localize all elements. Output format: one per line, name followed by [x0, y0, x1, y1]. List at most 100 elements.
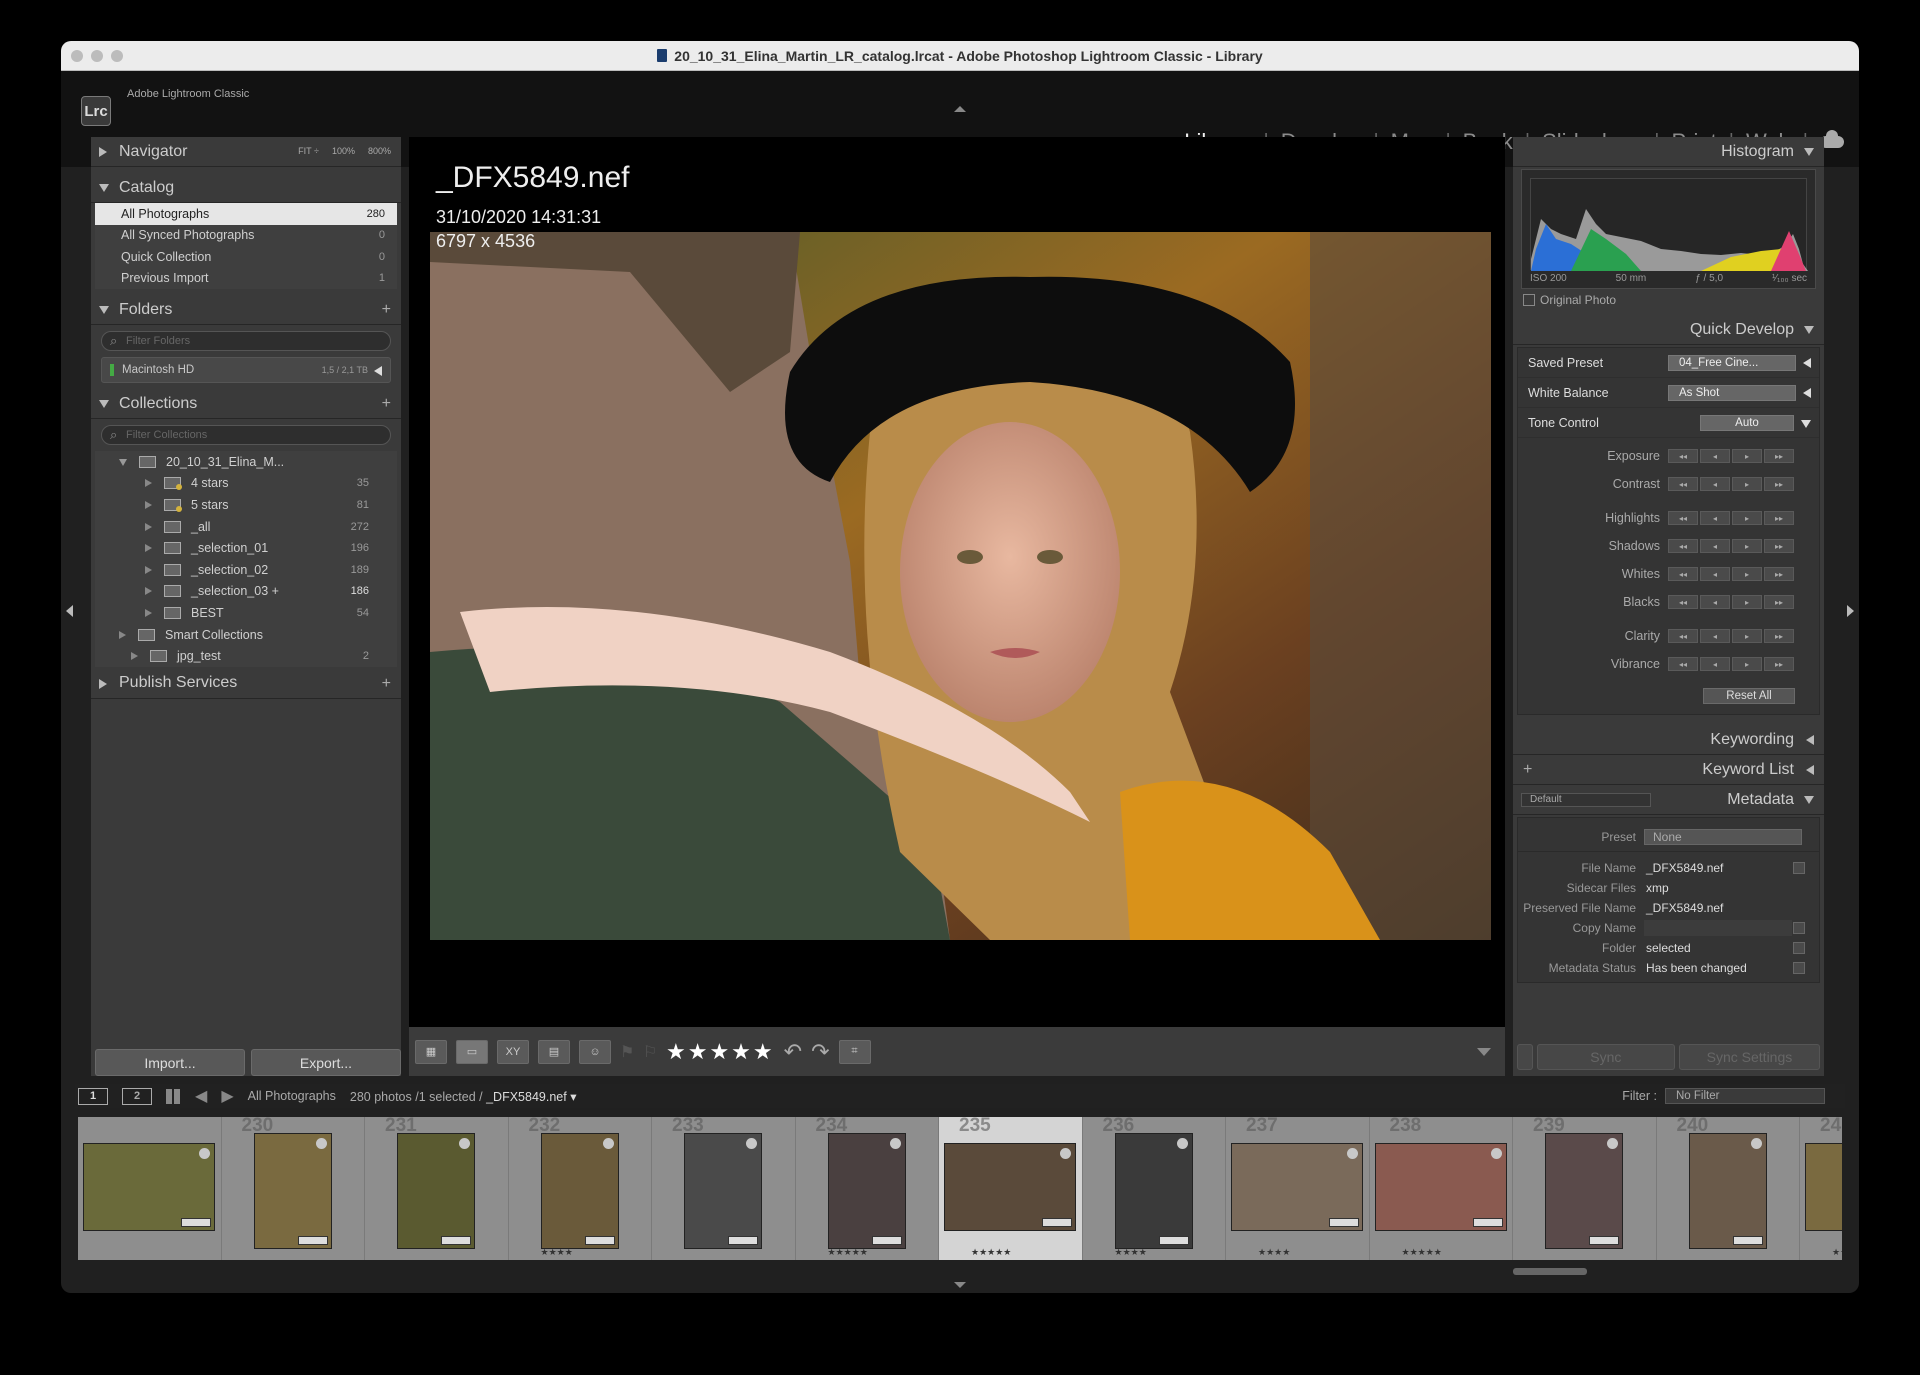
import-button[interactable]: Import... [95, 1049, 245, 1076]
secondary-window-button[interactable]: 2 [122, 1087, 152, 1105]
edit-icon[interactable] [1793, 922, 1805, 934]
collection-item[interactable]: _selection_02 189 [95, 559, 397, 581]
rotate-right-icon[interactable]: ↷ [811, 1039, 829, 1065]
export-button[interactable]: Export... [251, 1049, 401, 1076]
increase-button[interactable]: ▸ [1732, 539, 1762, 553]
filmstrip-thumbnail[interactable]: 232 ★★★★ [508, 1117, 652, 1260]
histogram-header[interactable]: Histogram [1513, 137, 1824, 167]
increase-button[interactable]: ▸ [1732, 595, 1762, 609]
expand-arrow-icon[interactable] [1806, 735, 1814, 745]
decrease-button[interactable]: ◂ [1700, 657, 1730, 671]
increase-large-button[interactable]: ▸▸ [1764, 629, 1794, 643]
decrease-large-button[interactable]: ◂◂ [1668, 567, 1698, 581]
quick-collection-marker-icon[interactable] [1607, 1138, 1618, 1149]
filmstrip-thumbnail[interactable] [78, 1117, 222, 1260]
catalog-item-quick-collection[interactable]: Quick Collection 0 [95, 246, 397, 268]
hide-top-panel-arrow-icon[interactable] [954, 106, 966, 112]
filmstrip-thumbnail[interactable]: 234 ★★★★★ [795, 1117, 939, 1260]
increase-button[interactable]: ▸ [1732, 657, 1762, 671]
collapse-triangle-icon[interactable] [99, 306, 109, 314]
grid-icon[interactable] [166, 1088, 181, 1104]
collection-item[interactable]: BEST 54 [95, 602, 397, 624]
collections-header[interactable]: Collections + [91, 389, 401, 419]
thumbnail-image[interactable] [1374, 1143, 1507, 1231]
zoom-fit[interactable]: FIT ÷ [298, 146, 319, 156]
expand-arrow-icon[interactable] [1806, 765, 1814, 775]
increase-large-button[interactable]: ▸▸ [1764, 657, 1794, 671]
forward-arrow-icon[interactable]: ▶ [221, 1086, 233, 1106]
collapse-triangle-icon[interactable] [1804, 148, 1814, 156]
increase-large-button[interactable]: ▸▸ [1764, 595, 1794, 609]
compare-view-icon[interactable]: XY [497, 1039, 529, 1064]
thumbnail-image[interactable] [1231, 1143, 1363, 1231]
collapse-triangle-icon[interactable] [99, 400, 109, 408]
thumbnail-image[interactable] [540, 1133, 619, 1249]
filter-collections-input[interactable]: Filter Collections [101, 425, 391, 445]
reset-all-button[interactable]: Reset All [1703, 688, 1795, 704]
people-view-icon[interactable]: ☺ [579, 1039, 611, 1064]
keyword-list-header[interactable]: + Keyword List [1513, 755, 1824, 785]
expand-arrow-icon[interactable] [1803, 358, 1811, 368]
filmstrip-thumbnail[interactable]: 236 ★★★★ [1082, 1117, 1226, 1260]
increase-large-button[interactable]: ▸▸ [1764, 539, 1794, 553]
decrease-large-button[interactable]: ◂◂ [1668, 539, 1698, 553]
volume-arrow-icon[interactable] [374, 366, 382, 376]
filmstrip-thumbnail[interactable]: 237 ★★★★ [1226, 1117, 1370, 1260]
sync-settings-button[interactable]: Sync Settings [1678, 1044, 1820, 1070]
toolbar-options-chevron-icon[interactable] [1477, 1047, 1491, 1056]
increase-button[interactable]: ▸ [1732, 449, 1762, 463]
decrease-large-button[interactable]: ◂◂ [1668, 449, 1698, 463]
loupe-view[interactable]: _DFX5849.nef 31/10/2020 14:31:31 6797 x … [409, 137, 1505, 1027]
increase-button[interactable]: ▸ [1732, 629, 1762, 643]
sync-toggle[interactable] [1517, 1044, 1533, 1070]
decrease-button[interactable]: ◂ [1700, 477, 1730, 491]
thumbnail-image[interactable] [1805, 1143, 1842, 1231]
catalog-item-all-synced[interactable]: All Synced Photographs 0 [95, 225, 397, 247]
filmstrip-thumbnail[interactable]: 233 [652, 1117, 796, 1260]
filter-select[interactable]: No Filter [1665, 1088, 1825, 1104]
decrease-large-button[interactable]: ◂◂ [1668, 511, 1698, 525]
thumbnail-image[interactable] [253, 1133, 332, 1249]
increase-button[interactable]: ▸ [1732, 567, 1762, 581]
quick-collection-marker-icon[interactable] [315, 1138, 327, 1149]
navigator-header[interactable]: Navigator FIT ÷ 100% 800% [91, 137, 401, 167]
quick-collection-marker-icon[interactable] [1060, 1148, 1071, 1159]
increase-large-button[interactable]: ▸▸ [1764, 477, 1794, 491]
flag-reject-icon[interactable]: ⚐ [643, 1042, 657, 1062]
decrease-large-button[interactable]: ◂◂ [1668, 657, 1698, 671]
catalog-header[interactable]: Catalog [91, 173, 401, 203]
quick-collection-marker-icon[interactable] [889, 1138, 901, 1149]
metadata-status-icon[interactable] [1793, 962, 1805, 974]
collection-item[interactable]: _all 272 [95, 516, 397, 538]
thumbnail-image[interactable] [684, 1133, 762, 1249]
filmstrip[interactable]: 230 231 232 ★★★★ 233 234 ★★★★★ 235 ★★★★★ 236 ★★★★ 2… [78, 1117, 1842, 1260]
collection-item[interactable]: _selection_03 +186 [95, 581, 397, 603]
survey-view-icon[interactable]: ▤ [538, 1039, 570, 1064]
go-to-folder-icon[interactable] [1793, 942, 1805, 954]
quick-collection-marker-icon[interactable] [602, 1138, 614, 1149]
expand-triangle-icon[interactable] [99, 147, 107, 157]
decrease-button[interactable]: ◂ [1700, 629, 1730, 643]
add-folder-icon[interactable]: + [382, 301, 391, 319]
expand-arrow-icon[interactable] [1803, 388, 1811, 398]
publish-services-header[interactable]: Publish Services + [91, 669, 401, 699]
filmstrip-source[interactable]: All Photographs [248, 1089, 336, 1103]
decrease-button[interactable]: ◂ [1700, 511, 1730, 525]
main-photo[interactable] [430, 232, 1491, 940]
thumbnail-image[interactable] [397, 1133, 475, 1249]
filmstrip-thumbnail[interactable]: 238 ★★★★★ [1369, 1117, 1513, 1260]
filmstrip-thumbnail[interactable]: 239 [1513, 1117, 1657, 1260]
close-window-button[interactable] [71, 50, 83, 62]
collection-item[interactable]: 4 stars 35 [95, 473, 397, 495]
catalog-item-all-photographs[interactable]: All Photographs 280 [95, 203, 397, 225]
keywording-header[interactable]: Keywording [1513, 725, 1824, 755]
thumbnail-image[interactable] [944, 1143, 1076, 1231]
sync-button[interactable]: Sync [1536, 1044, 1675, 1070]
filter-folders-input[interactable]: Filter Folders [101, 331, 391, 351]
quick-collection-marker-icon[interactable] [746, 1138, 757, 1149]
rotate-left-icon[interactable]: ↶ [784, 1039, 802, 1065]
quick-collection-marker-icon[interactable] [1490, 1148, 1502, 1159]
thumbnail-image[interactable] [827, 1133, 906, 1249]
increase-button[interactable]: ▸ [1732, 477, 1762, 491]
edit-icon[interactable] [1793, 862, 1805, 874]
